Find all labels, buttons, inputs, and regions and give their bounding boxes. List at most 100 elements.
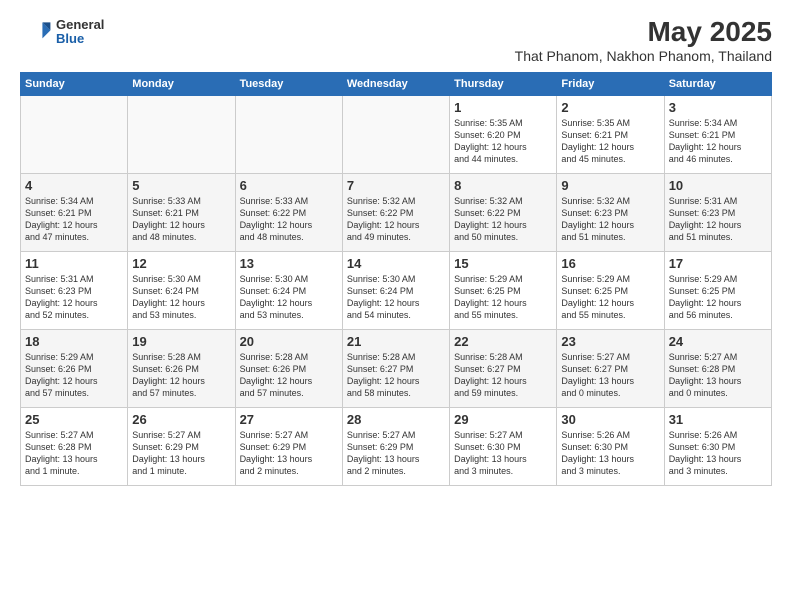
header-row: SundayMondayTuesdayWednesdayThursdayFrid… — [21, 73, 772, 96]
week-row-3: 11Sunrise: 5:31 AM Sunset: 6:23 PM Dayli… — [21, 252, 772, 330]
calendar-title: May 2025 — [515, 16, 772, 48]
logo-blue: Blue — [56, 32, 104, 46]
day-cell: 4 Sunrise: 5:34 AM Sunset: 6:21 PM Daylig… — [21, 174, 128, 252]
day-info: Sunrise: 5:28 AM Sunset: 6:27 PM Dayligh… — [454, 351, 552, 400]
day-number: 24 — [669, 334, 767, 349]
day-number: 1 — [454, 100, 552, 115]
day-cell: 10Sunrise: 5:31 AM Sunset: 6:23 PM Dayli… — [664, 174, 771, 252]
day-number: 6 — [240, 178, 338, 193]
day-number: 20 — [240, 334, 338, 349]
day-number: 9 — [561, 178, 659, 193]
day-info: Sunrise: 5:31 AM Sunset: 6:23 PM Dayligh… — [25, 273, 123, 322]
day-number: 31 — [669, 412, 767, 427]
day-info: Sunrise: 5:27 AM Sunset: 6:30 PM Dayligh… — [454, 429, 552, 478]
day-info: Sunrise: 5:33 AM Sunset: 6:21 PM Dayligh… — [132, 195, 230, 244]
day-cell: 19 Sunrise: 5:28 AM Sunset: 6:26 PM Dayli… — [128, 330, 235, 408]
day-cell: 17 Sunrise: 5:29 AM Sunset: 6:25 PM Dayli… — [664, 252, 771, 330]
day-cell: 30 Sunrise: 5:26 AM Sunset: 6:30 PM Dayli… — [557, 408, 664, 486]
page: General Blue May 2025 That Phanom, Nakho… — [0, 0, 792, 612]
day-info: Sunrise: 5:32 AM Sunset: 6:23 PM Dayligh… — [561, 195, 659, 244]
day-cell: 25Sunrise: 5:27 AM Sunset: 6:28 PM Dayli… — [21, 408, 128, 486]
calendar-subtitle: That Phanom, Nakhon Phanom, Thailand — [515, 48, 772, 64]
day-number: 25 — [25, 412, 123, 427]
logo-icon — [20, 16, 52, 48]
day-info: Sunrise: 5:29 AM Sunset: 6:26 PM Dayligh… — [25, 351, 123, 400]
logo: General Blue — [20, 16, 104, 48]
day-cell: 24 Sunrise: 5:27 AM Sunset: 6:28 PM Dayli… — [664, 330, 771, 408]
day-info: Sunrise: 5:30 AM Sunset: 6:24 PM Dayligh… — [347, 273, 445, 322]
day-cell: 2 Sunrise: 5:35 AM Sunset: 6:21 PM Daylig… — [557, 96, 664, 174]
day-number: 16 — [561, 256, 659, 271]
day-number: 17 — [669, 256, 767, 271]
day-number: 26 — [132, 412, 230, 427]
day-info: Sunrise: 5:29 AM Sunset: 6:25 PM Dayligh… — [669, 273, 767, 322]
day-number: 21 — [347, 334, 445, 349]
day-info: Sunrise: 5:34 AM Sunset: 6:21 PM Dayligh… — [669, 117, 767, 166]
day-info: Sunrise: 5:28 AM Sunset: 6:27 PM Dayligh… — [347, 351, 445, 400]
day-cell: 12Sunrise: 5:30 AM Sunset: 6:24 PM Dayli… — [128, 252, 235, 330]
day-cell: 23 Sunrise: 5:27 AM Sunset: 6:27 PM Dayli… — [557, 330, 664, 408]
day-cell: 16Sunrise: 5:29 AM Sunset: 6:25 PM Dayli… — [557, 252, 664, 330]
day-cell: 14Sunrise: 5:30 AM Sunset: 6:24 PM Dayli… — [342, 252, 449, 330]
day-info: Sunrise: 5:27 AM Sunset: 6:28 PM Dayligh… — [669, 351, 767, 400]
header-cell-sunday: Sunday — [21, 73, 128, 96]
day-info: Sunrise: 5:30 AM Sunset: 6:24 PM Dayligh… — [240, 273, 338, 322]
day-cell: 31 Sunrise: 5:26 AM Sunset: 6:30 PM Dayli… — [664, 408, 771, 486]
calendar-table: SundayMondayTuesdayWednesdayThursdayFrid… — [20, 72, 772, 486]
day-number: 30 — [561, 412, 659, 427]
calendar-header: SundayMondayTuesdayWednesdayThursdayFrid… — [21, 73, 772, 96]
day-cell: 26Sunrise: 5:27 AM Sunset: 6:29 PM Dayli… — [128, 408, 235, 486]
day-info: Sunrise: 5:35 AM Sunset: 6:20 PM Dayligh… — [454, 117, 552, 166]
day-cell: 20 Sunrise: 5:28 AM Sunset: 6:26 PM Dayli… — [235, 330, 342, 408]
day-number: 15 — [454, 256, 552, 271]
header: General Blue May 2025 That Phanom, Nakho… — [20, 16, 772, 64]
day-info: Sunrise: 5:26 AM Sunset: 6:30 PM Dayligh… — [561, 429, 659, 478]
day-number: 4 — [25, 178, 123, 193]
day-info: Sunrise: 5:28 AM Sunset: 6:26 PM Dayligh… — [240, 351, 338, 400]
day-cell: 8Sunrise: 5:32 AM Sunset: 6:22 PM Daylig… — [450, 174, 557, 252]
logo-general: General — [56, 18, 104, 32]
day-number: 13 — [240, 256, 338, 271]
day-number: 23 — [561, 334, 659, 349]
day-cell: 5 Sunrise: 5:33 AM Sunset: 6:21 PM Daylig… — [128, 174, 235, 252]
day-number: 28 — [347, 412, 445, 427]
logo-text: General Blue — [56, 18, 104, 47]
day-info: Sunrise: 5:35 AM Sunset: 6:21 PM Dayligh… — [561, 117, 659, 166]
day-number: 19 — [132, 334, 230, 349]
day-number: 5 — [132, 178, 230, 193]
header-cell-friday: Friday — [557, 73, 664, 96]
week-row-1: 1 Sunrise: 5:35 AM Sunset: 6:20 PM Daylig… — [21, 96, 772, 174]
day-cell: 27Sunrise: 5:27 AM Sunset: 6:29 PM Dayli… — [235, 408, 342, 486]
day-cell: 6Sunrise: 5:33 AM Sunset: 6:22 PM Daylig… — [235, 174, 342, 252]
day-info: Sunrise: 5:32 AM Sunset: 6:22 PM Dayligh… — [454, 195, 552, 244]
day-cell — [21, 96, 128, 174]
day-number: 29 — [454, 412, 552, 427]
header-cell-saturday: Saturday — [664, 73, 771, 96]
header-cell-wednesday: Wednesday — [342, 73, 449, 96]
day-number: 3 — [669, 100, 767, 115]
calendar-body: 1 Sunrise: 5:35 AM Sunset: 6:20 PM Daylig… — [21, 96, 772, 486]
day-info: Sunrise: 5:34 AM Sunset: 6:21 PM Dayligh… — [25, 195, 123, 244]
header-cell-monday: Monday — [128, 73, 235, 96]
day-info: Sunrise: 5:26 AM Sunset: 6:30 PM Dayligh… — [669, 429, 767, 478]
day-info: Sunrise: 5:27 AM Sunset: 6:27 PM Dayligh… — [561, 351, 659, 400]
header-cell-tuesday: Tuesday — [235, 73, 342, 96]
day-cell — [235, 96, 342, 174]
day-cell: 28 Sunrise: 5:27 AM Sunset: 6:29 PM Dayli… — [342, 408, 449, 486]
day-info: Sunrise: 5:27 AM Sunset: 6:29 PM Dayligh… — [347, 429, 445, 478]
day-cell: 29 Sunrise: 5:27 AM Sunset: 6:30 PM Dayli… — [450, 408, 557, 486]
title-block: May 2025 That Phanom, Nakhon Phanom, Tha… — [515, 16, 772, 64]
day-cell: 3 Sunrise: 5:34 AM Sunset: 6:21 PM Daylig… — [664, 96, 771, 174]
day-info: Sunrise: 5:28 AM Sunset: 6:26 PM Dayligh… — [132, 351, 230, 400]
day-cell: 1 Sunrise: 5:35 AM Sunset: 6:20 PM Daylig… — [450, 96, 557, 174]
day-cell: 13 Sunrise: 5:30 AM Sunset: 6:24 PM Dayli… — [235, 252, 342, 330]
day-info: Sunrise: 5:30 AM Sunset: 6:24 PM Dayligh… — [132, 273, 230, 322]
day-number: 7 — [347, 178, 445, 193]
day-cell — [128, 96, 235, 174]
day-number: 2 — [561, 100, 659, 115]
day-cell: 15Sunrise: 5:29 AM Sunset: 6:25 PM Dayli… — [450, 252, 557, 330]
day-info: Sunrise: 5:32 AM Sunset: 6:22 PM Dayligh… — [347, 195, 445, 244]
day-cell: 7 Sunrise: 5:32 AM Sunset: 6:22 PM Daylig… — [342, 174, 449, 252]
day-info: Sunrise: 5:27 AM Sunset: 6:29 PM Dayligh… — [240, 429, 338, 478]
day-cell: 21 Sunrise: 5:28 AM Sunset: 6:27 PM Dayli… — [342, 330, 449, 408]
